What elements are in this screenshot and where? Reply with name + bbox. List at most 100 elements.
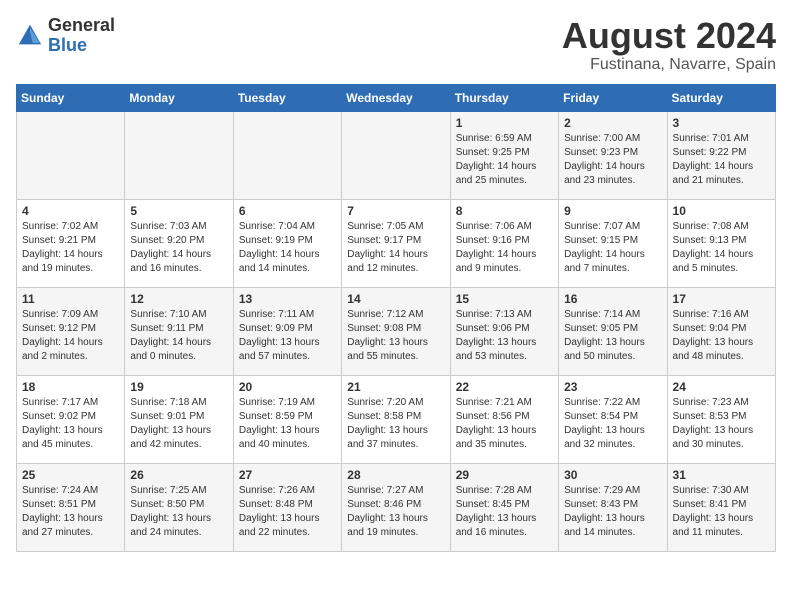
calendar-cell: 24 Sunrise: 7:23 AM Sunset: 8:53 PM Dayli… <box>667 375 775 463</box>
day-number: 8 <box>456 204 553 218</box>
calendar-cell: 9Sunrise: 7:07 AM Sunset: 9:15 PM Daylig… <box>559 199 667 287</box>
calendar-cell: 1Sunrise: 6:59 AM Sunset: 9:25 PM Daylig… <box>450 111 558 199</box>
day-info: Sunrise: 7:09 AM Sunset: 9:12 PM Dayligh… <box>22 308 119 364</box>
calendar-cell: 5Sunrise: 7:03 AM Sunset: 9:20 PM Daylig… <box>125 199 233 287</box>
day-number: 18 <box>22 380 119 394</box>
logo-text: General Blue <box>48 16 115 56</box>
day-number: 28 <box>347 468 444 482</box>
calendar-cell <box>233 111 341 199</box>
day-info: Sunrise: 7:24 AM Sunset: 8:51 PM Dayligh… <box>22 484 119 540</box>
calendar-cell: 16Sunrise: 7:14 AM Sunset: 9:05 PM Dayli… <box>559 287 667 375</box>
col-header-wednesday: Wednesday <box>342 84 450 111</box>
day-info: Sunrise: 7:02 AM Sunset: 9:21 PM Dayligh… <box>22 220 119 276</box>
week-row-4: 18 Sunrise: 7:17 AM Sunset: 9:02 PM Dayli… <box>17 375 776 463</box>
calendar-cell: 4Sunrise: 7:02 AM Sunset: 9:21 PM Daylig… <box>17 199 125 287</box>
calendar-cell: 28Sunrise: 7:27 AM Sunset: 8:46 PM Dayli… <box>342 463 450 551</box>
day-number: 1 <box>456 116 553 130</box>
day-info: Sunrise: 7:08 AM Sunset: 9:13 PM Dayligh… <box>673 220 770 276</box>
month-year-title: August 2024 <box>562 16 776 56</box>
day-number: 30 <box>564 468 661 482</box>
header-row: SundayMondayTuesdayWednesdayThursdayFrid… <box>17 84 776 111</box>
day-info: Sunrise: 7:14 AM Sunset: 9:05 PM Dayligh… <box>564 308 661 364</box>
day-number: 24 <box>673 380 770 394</box>
day-info: Sunrise: 7:18 AM Sunset: 9:01 PM Dayligh… <box>130 396 227 452</box>
calendar-cell: 2 Sunrise: 7:00 AM Sunset: 9:23 PM Daylig… <box>559 111 667 199</box>
calendar-cell: 29 Sunrise: 7:28 AM Sunset: 8:45 PM Dayli… <box>450 463 558 551</box>
logo: General Blue <box>16 16 115 56</box>
calendar-cell: 31Sunrise: 7:30 AM Sunset: 8:41 PM Dayli… <box>667 463 775 551</box>
day-info: Sunrise: 7:11 AM Sunset: 9:09 PM Dayligh… <box>239 308 336 364</box>
day-info: Sunrise: 7:10 AM Sunset: 9:11 PM Dayligh… <box>130 308 227 364</box>
day-number: 17 <box>673 292 770 306</box>
day-info: Sunrise: 7:21 AM Sunset: 8:56 PM Dayligh… <box>456 396 553 452</box>
day-number: 27 <box>239 468 336 482</box>
day-info: Sunrise: 7:13 AM Sunset: 9:06 PM Dayligh… <box>456 308 553 364</box>
day-number: 22 <box>456 380 553 394</box>
title-area: August 2024 Fustinana, Navarre, Spain <box>562 16 776 74</box>
calendar-cell: 22 Sunrise: 7:21 AM Sunset: 8:56 PM Dayli… <box>450 375 558 463</box>
day-number: 20 <box>239 380 336 394</box>
calendar-cell: 20 Sunrise: 7:19 AM Sunset: 8:59 PM Dayli… <box>233 375 341 463</box>
day-number: 9 <box>564 204 661 218</box>
calendar-cell: 19 Sunrise: 7:18 AM Sunset: 9:01 PM Dayli… <box>125 375 233 463</box>
calendar-cell: 14 Sunrise: 7:12 AM Sunset: 9:08 PM Dayli… <box>342 287 450 375</box>
day-info: Sunrise: 7:29 AM Sunset: 8:43 PM Dayligh… <box>564 484 661 540</box>
day-number: 3 <box>673 116 770 130</box>
day-info: Sunrise: 7:20 AM Sunset: 8:58 PM Dayligh… <box>347 396 444 452</box>
day-number: 23 <box>564 380 661 394</box>
day-info: Sunrise: 7:04 AM Sunset: 9:19 PM Dayligh… <box>239 220 336 276</box>
calendar-cell: 7 Sunrise: 7:05 AM Sunset: 9:17 PM Daylig… <box>342 199 450 287</box>
calendar-cell: 21 Sunrise: 7:20 AM Sunset: 8:58 PM Dayli… <box>342 375 450 463</box>
week-row-5: 25 Sunrise: 7:24 AM Sunset: 8:51 PM Dayli… <box>17 463 776 551</box>
location-subtitle: Fustinana, Navarre, Spain <box>562 56 776 74</box>
col-header-tuesday: Tuesday <box>233 84 341 111</box>
day-number: 2 <box>564 116 661 130</box>
calendar-cell: 15 Sunrise: 7:13 AM Sunset: 9:06 PM Dayli… <box>450 287 558 375</box>
calendar-cell: 25 Sunrise: 7:24 AM Sunset: 8:51 PM Dayli… <box>17 463 125 551</box>
day-info: Sunrise: 7:28 AM Sunset: 8:45 PM Dayligh… <box>456 484 553 540</box>
logo-icon <box>16 22 44 50</box>
day-info: Sunrise: 7:06 AM Sunset: 9:16 PM Dayligh… <box>456 220 553 276</box>
calendar-cell: 17Sunrise: 7:16 AM Sunset: 9:04 PM Dayli… <box>667 287 775 375</box>
calendar-cell: 18 Sunrise: 7:17 AM Sunset: 9:02 PM Dayli… <box>17 375 125 463</box>
header: General Blue August 2024 Fustinana, Nava… <box>16 16 776 74</box>
day-number: 19 <box>130 380 227 394</box>
day-info: Sunrise: 7:22 AM Sunset: 8:54 PM Dayligh… <box>564 396 661 452</box>
day-info: Sunrise: 7:17 AM Sunset: 9:02 PM Dayligh… <box>22 396 119 452</box>
week-row-2: 4Sunrise: 7:02 AM Sunset: 9:21 PM Daylig… <box>17 199 776 287</box>
col-header-monday: Monday <box>125 84 233 111</box>
col-header-sunday: Sunday <box>17 84 125 111</box>
day-info: Sunrise: 7:26 AM Sunset: 8:48 PM Dayligh… <box>239 484 336 540</box>
day-number: 25 <box>22 468 119 482</box>
calendar-cell: 8 Sunrise: 7:06 AM Sunset: 9:16 PM Daylig… <box>450 199 558 287</box>
day-number: 6 <box>239 204 336 218</box>
calendar-cell: 26Sunrise: 7:25 AM Sunset: 8:50 PM Dayli… <box>125 463 233 551</box>
calendar-cell: 10Sunrise: 7:08 AM Sunset: 9:13 PM Dayli… <box>667 199 775 287</box>
calendar-cell: 23 Sunrise: 7:22 AM Sunset: 8:54 PM Dayli… <box>559 375 667 463</box>
day-number: 15 <box>456 292 553 306</box>
week-row-1: 1Sunrise: 6:59 AM Sunset: 9:25 PM Daylig… <box>17 111 776 199</box>
day-info: Sunrise: 7:05 AM Sunset: 9:17 PM Dayligh… <box>347 220 444 276</box>
day-info: Sunrise: 7:19 AM Sunset: 8:59 PM Dayligh… <box>239 396 336 452</box>
calendar-cell <box>17 111 125 199</box>
calendar-cell: 3Sunrise: 7:01 AM Sunset: 9:22 PM Daylig… <box>667 111 775 199</box>
week-row-3: 11 Sunrise: 7:09 AM Sunset: 9:12 PM Dayli… <box>17 287 776 375</box>
day-number: 21 <box>347 380 444 394</box>
day-number: 14 <box>347 292 444 306</box>
day-number: 11 <box>22 292 119 306</box>
calendar-cell: 13Sunrise: 7:11 AM Sunset: 9:09 PM Dayli… <box>233 287 341 375</box>
col-header-friday: Friday <box>559 84 667 111</box>
day-number: 12 <box>130 292 227 306</box>
day-number: 31 <box>673 468 770 482</box>
day-info: Sunrise: 7:12 AM Sunset: 9:08 PM Dayligh… <box>347 308 444 364</box>
col-header-saturday: Saturday <box>667 84 775 111</box>
day-info: Sunrise: 7:00 AM Sunset: 9:23 PM Dayligh… <box>564 132 661 188</box>
col-header-thursday: Thursday <box>450 84 558 111</box>
day-info: Sunrise: 7:23 AM Sunset: 8:53 PM Dayligh… <box>673 396 770 452</box>
calendar-cell: 30 Sunrise: 7:29 AM Sunset: 8:43 PM Dayli… <box>559 463 667 551</box>
calendar-cell: 6 Sunrise: 7:04 AM Sunset: 9:19 PM Daylig… <box>233 199 341 287</box>
logo-blue-text: Blue <box>48 35 87 55</box>
day-number: 7 <box>347 204 444 218</box>
day-number: 29 <box>456 468 553 482</box>
day-info: Sunrise: 7:25 AM Sunset: 8:50 PM Dayligh… <box>130 484 227 540</box>
